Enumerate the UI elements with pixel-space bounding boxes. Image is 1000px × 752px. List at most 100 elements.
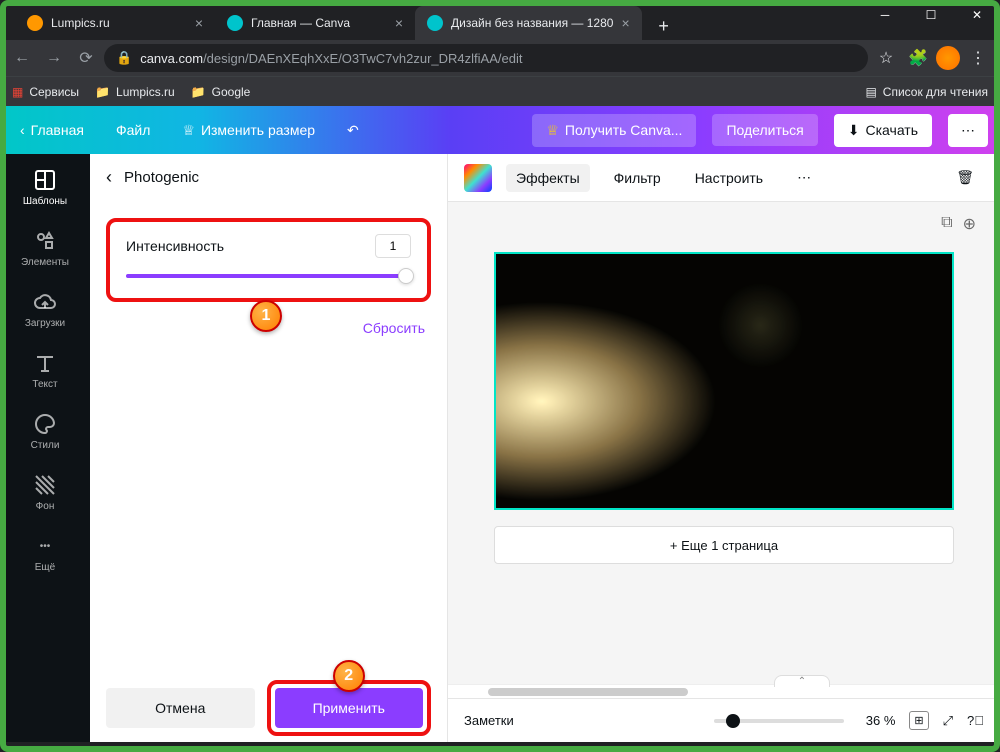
browser-tab-1[interactable]: Lumpics.ru × xyxy=(15,6,215,40)
rail-uploads[interactable]: Загрузки xyxy=(0,280,90,339)
close-window-button[interactable]: ✕ xyxy=(954,0,1000,30)
panel-header: ‹ Photogenic xyxy=(90,154,447,202)
undo-button[interactable]: ↶ xyxy=(339,116,367,145)
bookmark-label: Google xyxy=(212,85,251,99)
extension-icon[interactable]: 🧩 xyxy=(904,44,932,72)
download-label: Скачать xyxy=(866,122,919,138)
browser-tab-2[interactable]: Главная — Canva × xyxy=(215,6,415,40)
rail-label: Текст xyxy=(32,379,57,390)
bookmark-google[interactable]: 📁 Google xyxy=(191,85,251,99)
download-icon: ⬇ xyxy=(848,122,860,139)
templates-icon xyxy=(33,168,57,192)
tab-close-icon[interactable]: × xyxy=(395,15,403,31)
list-icon: ▤ xyxy=(865,85,876,99)
maximize-button[interactable]: ☐ xyxy=(908,0,954,30)
left-rail: Шаблоны Элементы Загрузки Текст Стили Фо… xyxy=(0,154,90,742)
bookmark-label: Lumpics.ru xyxy=(116,85,175,99)
rail-label: Шаблоны xyxy=(23,196,67,207)
bookmark-services[interactable]: ▦ Сервисы xyxy=(12,85,79,99)
intensity-slider[interactable] xyxy=(126,274,411,278)
url-path: /design/DAEnXEqhXxE/O3TwC7vh2zur_DR4zlfi… xyxy=(203,51,522,66)
add-page-icon[interactable]: ⊕ xyxy=(963,214,976,234)
pro-label: Получить Canva... xyxy=(565,122,683,138)
rail-styles[interactable]: Стили xyxy=(0,402,90,461)
tab-favicon-icon xyxy=(427,15,443,31)
palette-icon xyxy=(33,412,57,436)
resize-button[interactable]: ♕ Изменить размер xyxy=(174,116,323,145)
new-tab-button[interactable]: + xyxy=(650,12,678,40)
editor-area: Эффекты Фильтр Настроить ⋯ 🗑 ⧉ ⊕ + Еще 1… xyxy=(448,154,1000,742)
rail-label: Ещё xyxy=(35,562,55,573)
url-host: canva.com xyxy=(140,51,203,66)
apply-highlight-box: Применить 2 xyxy=(267,680,432,736)
rail-text[interactable]: Текст xyxy=(0,341,90,400)
text-icon xyxy=(33,351,57,375)
home-button[interactable]: ‹ Главная xyxy=(12,116,92,144)
panel-title: Photogenic xyxy=(124,169,199,186)
lock-icon: 🔒 xyxy=(116,50,132,66)
editor-toolbar: Эффекты Фильтр Настроить ⋯ 🗑 xyxy=(448,154,1000,202)
scrollbar-thumb[interactable] xyxy=(488,688,688,696)
help-icon[interactable]: ?⃝ xyxy=(967,713,984,728)
horizontal-scrollbar[interactable]: ⌃ xyxy=(448,684,1000,698)
tab-close-icon[interactable]: × xyxy=(621,15,629,31)
tab-close-icon[interactable]: × xyxy=(195,15,203,31)
cancel-button[interactable]: Отмена xyxy=(106,688,255,728)
rail-templates[interactable]: Шаблоны xyxy=(0,158,90,217)
share-button[interactable]: Поделиться xyxy=(712,114,817,146)
rail-label: Стили xyxy=(31,440,60,451)
design-canvas[interactable] xyxy=(494,252,954,510)
toolbar-more-button[interactable]: ⋯ xyxy=(787,163,821,192)
rail-elements[interactable]: Элементы xyxy=(0,219,90,278)
crown-icon: ♕ xyxy=(546,122,559,139)
folder-icon: 📁 xyxy=(95,85,110,99)
download-button[interactable]: ⬇ Скачать xyxy=(834,114,932,147)
reload-button[interactable]: ⟳ xyxy=(72,44,100,72)
bookmark-lumpics[interactable]: 📁 Lumpics.ru xyxy=(95,85,175,99)
panel-footer: Отмена Применить 2 xyxy=(90,674,447,742)
bookmark-label: Сервисы xyxy=(29,85,79,99)
tab-title: Дизайн без названия — 1280 xyxy=(451,16,613,30)
page-drawer-tab[interactable]: ⌃ xyxy=(774,675,830,687)
color-picker-button[interactable] xyxy=(464,164,492,192)
editor-footer: Заметки 36 % ⊞ ⤢ ?⃝ xyxy=(448,698,1000,742)
background-icon xyxy=(33,473,57,497)
add-page-button[interactable]: + Еще 1 страница xyxy=(494,526,954,564)
star-icon[interactable]: ☆ xyxy=(872,44,900,72)
tab-title: Lumpics.ru xyxy=(51,16,187,30)
canva-header: ‹ Главная Файл ♕ Изменить размер ↶ ♕ Пол… xyxy=(0,106,1000,154)
step-1-badge: 1 xyxy=(250,300,282,332)
more-button[interactable]: ⋯ xyxy=(948,114,988,147)
rail-background[interactable]: Фон xyxy=(0,463,90,522)
reading-list-button[interactable]: ▤ Список для чтения xyxy=(865,85,988,99)
delete-button[interactable]: 🗑 xyxy=(946,163,984,192)
zoom-slider[interactable] xyxy=(714,719,844,723)
cloud-upload-icon xyxy=(33,290,57,314)
fullscreen-icon[interactable]: ⤢ xyxy=(943,713,953,729)
menu-icon[interactable]: ⋮ xyxy=(964,44,992,72)
rail-more[interactable]: ••• Ещё xyxy=(0,524,90,583)
duplicate-page-icon[interactable]: ⧉ xyxy=(941,214,952,234)
browser-tab-3[interactable]: Дизайн без названия — 1280 × xyxy=(415,6,642,40)
tab-favicon-icon xyxy=(227,15,243,31)
forward-button[interactable]: → xyxy=(40,44,68,72)
grid-view-icon[interactable]: ⊞ xyxy=(909,711,928,730)
zoom-thumb[interactable] xyxy=(726,714,740,728)
url-input[interactable]: 🔒 canva.com/design/DAEnXEqhXxE/O3TwC7vh2… xyxy=(104,44,868,72)
slider-thumb[interactable] xyxy=(398,268,414,284)
notes-button[interactable]: Заметки xyxy=(464,713,514,728)
back-button[interactable]: ← xyxy=(8,44,36,72)
intensity-value-input[interactable]: 1 xyxy=(375,234,411,258)
step-2-badge: 2 xyxy=(333,660,365,692)
filter-button[interactable]: Фильтр xyxy=(604,164,671,192)
chevron-left-icon: ‹ xyxy=(20,122,25,138)
chevron-left-icon[interactable]: ‹ xyxy=(106,167,112,188)
adjust-button[interactable]: Настроить xyxy=(685,164,773,192)
effects-button[interactable]: Эффекты xyxy=(506,164,590,192)
file-menu[interactable]: Файл xyxy=(108,116,158,144)
tab-title: Главная — Canva xyxy=(251,16,387,30)
get-pro-button[interactable]: ♕ Получить Canva... xyxy=(532,114,696,147)
profile-avatar[interactable] xyxy=(936,46,960,70)
apply-button[interactable]: Применить xyxy=(275,688,424,728)
minimize-button[interactable]: ─ xyxy=(862,0,908,30)
